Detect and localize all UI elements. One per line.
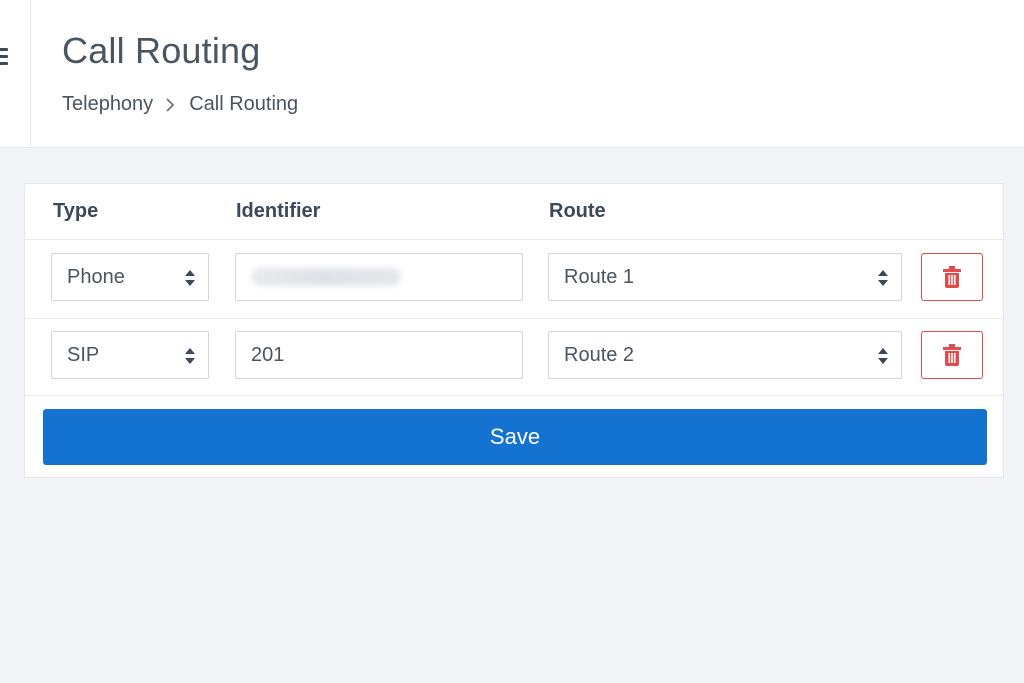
header-divider xyxy=(30,0,31,148)
breadcrumb-call-routing: Call Routing xyxy=(189,93,299,115)
sort-arrows-icon xyxy=(185,270,195,286)
delete-row-2-button[interactable] xyxy=(921,331,983,379)
column-header-identifier: Identifier xyxy=(236,200,321,222)
page-title: Call Routing xyxy=(62,30,261,71)
trash-icon xyxy=(943,344,961,366)
route-select-row-2[interactable]: Route 2 xyxy=(548,331,902,379)
identifier-value: 201 xyxy=(251,343,285,366)
type-select-value: Phone xyxy=(67,265,125,288)
trash-icon xyxy=(943,266,961,288)
breadcrumb: Telephony Call Routing xyxy=(62,93,298,116)
chevron-right-icon xyxy=(159,95,183,115)
column-header-type: Type xyxy=(53,200,99,222)
delete-row-1-button[interactable] xyxy=(921,253,983,301)
save-button[interactable]: Save xyxy=(43,409,987,465)
sort-arrows-icon xyxy=(185,348,195,364)
page-header: Call Routing Telephony Call Routing xyxy=(0,0,1024,148)
redacted-identifier xyxy=(251,268,401,286)
breadcrumb-telephony[interactable]: Telephony xyxy=(62,93,153,116)
hamburger-icon[interactable] xyxy=(0,46,8,66)
identifier-input-row-2[interactable]: 201 xyxy=(235,331,523,379)
routing-table-card: Type Identifier Route Phone Route 1 SIP … xyxy=(24,183,1004,478)
row-divider xyxy=(25,318,1003,319)
type-select-row-2[interactable]: SIP xyxy=(51,331,209,379)
type-select-value: SIP xyxy=(67,343,100,366)
route-select-value: Route 1 xyxy=(564,265,635,288)
route-select-value: Route 2 xyxy=(564,343,635,366)
row-divider xyxy=(25,395,1003,396)
row-divider xyxy=(25,239,1003,240)
type-select-row-1[interactable]: Phone xyxy=(51,253,209,301)
identifier-input-row-1[interactable] xyxy=(235,253,523,301)
route-select-row-1[interactable]: Route 1 xyxy=(548,253,902,301)
sort-arrows-icon xyxy=(878,348,888,364)
sort-arrows-icon xyxy=(878,270,888,286)
column-header-route: Route xyxy=(549,200,606,222)
